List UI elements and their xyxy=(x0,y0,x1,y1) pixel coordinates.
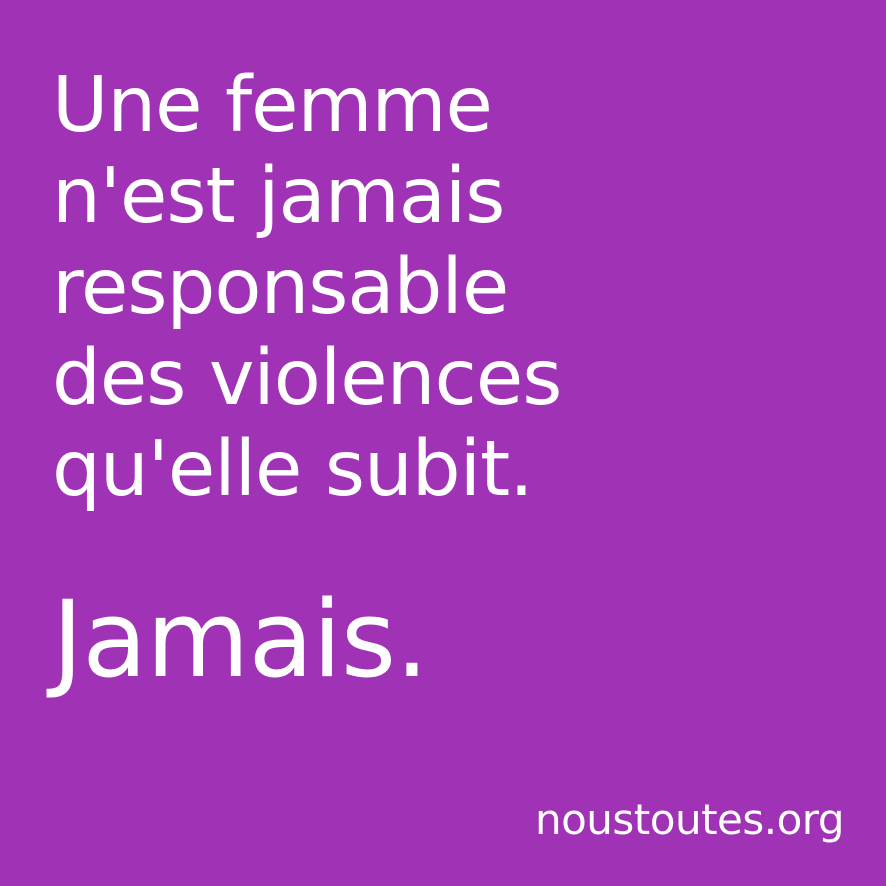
statement-line: qu'elle subit. xyxy=(52,425,534,514)
statement-line: Une femme xyxy=(52,61,493,150)
statement-text: Une femme n'est jamais responsable des v… xyxy=(52,60,562,515)
poster-canvas: Une femme n'est jamais responsable des v… xyxy=(0,0,886,886)
statement-line: des violences xyxy=(52,334,562,423)
statement-line: n'est jamais xyxy=(52,152,505,241)
website-text: noustoutes.org xyxy=(534,795,845,844)
statement-line: responsable xyxy=(52,243,509,332)
emphasis-text: Jamais. xyxy=(52,578,429,701)
